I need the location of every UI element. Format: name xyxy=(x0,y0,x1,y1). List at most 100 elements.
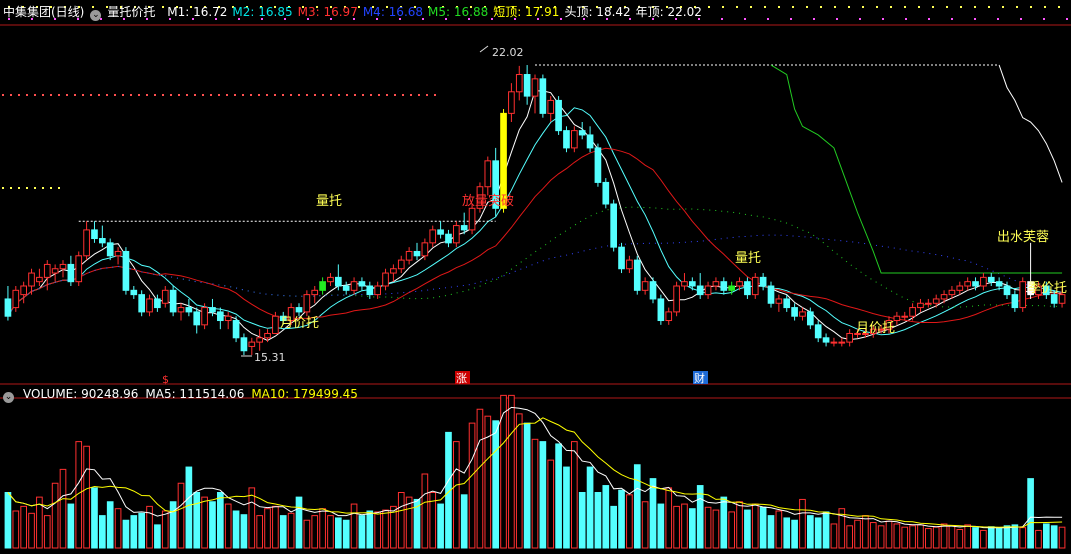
indicator-menu-icon[interactable]: ⌄ xyxy=(90,10,102,21)
candle[interactable] xyxy=(445,229,452,248)
candle[interactable] xyxy=(169,286,177,317)
candle[interactable] xyxy=(67,255,75,286)
candle[interactable] xyxy=(980,273,987,291)
candle[interactable] xyxy=(689,277,696,291)
candle[interactable] xyxy=(99,225,106,248)
candle[interactable] xyxy=(264,329,271,343)
candle[interactable] xyxy=(397,255,405,274)
candle[interactable] xyxy=(665,307,673,325)
candle[interactable] xyxy=(626,255,633,274)
candle[interactable] xyxy=(256,329,263,351)
candle[interactable] xyxy=(681,273,688,291)
candle[interactable] xyxy=(36,268,43,286)
candle[interactable] xyxy=(956,281,964,295)
candle[interactable] xyxy=(759,273,767,291)
candle[interactable] xyxy=(382,268,389,291)
candle[interactable] xyxy=(51,264,59,282)
candle[interactable] xyxy=(901,311,909,321)
candle[interactable] xyxy=(547,96,555,122)
candle[interactable] xyxy=(744,277,751,299)
candle[interactable] xyxy=(217,307,224,330)
candle[interactable] xyxy=(909,303,916,321)
candle[interactable] xyxy=(586,126,594,153)
candle[interactable] xyxy=(75,251,83,286)
candle[interactable] xyxy=(940,290,948,304)
candle[interactable] xyxy=(83,221,90,261)
candle[interactable] xyxy=(696,273,704,299)
candle[interactable] xyxy=(578,122,586,140)
candle[interactable] xyxy=(712,277,720,291)
candle[interactable] xyxy=(193,307,201,334)
indicator-name[interactable]: 量托价托 xyxy=(107,5,155,19)
candle[interactable] xyxy=(327,273,334,286)
candle[interactable] xyxy=(515,65,523,101)
candle[interactable] xyxy=(185,298,193,317)
candle[interactable] xyxy=(122,247,130,295)
candle[interactable] xyxy=(319,277,326,295)
candle[interactable] xyxy=(1011,290,1019,312)
candle[interactable] xyxy=(964,277,971,291)
candle[interactable] xyxy=(830,337,838,347)
candle[interactable] xyxy=(571,126,578,153)
candle[interactable] xyxy=(240,333,248,356)
candle[interactable] xyxy=(335,264,342,291)
candle[interactable] xyxy=(59,260,67,278)
candle[interactable] xyxy=(508,83,515,122)
candle[interactable] xyxy=(161,286,169,308)
candle[interactable] xyxy=(523,65,531,105)
candle[interactable] xyxy=(751,273,759,299)
candle[interactable] xyxy=(822,333,830,347)
candle[interactable] xyxy=(374,281,381,299)
candle[interactable] xyxy=(987,273,995,286)
candle[interactable] xyxy=(413,242,421,261)
candle[interactable] xyxy=(673,281,680,317)
candle[interactable] xyxy=(1019,277,1027,312)
candle[interactable] xyxy=(114,247,122,265)
candle[interactable] xyxy=(484,156,492,196)
candle[interactable] xyxy=(563,126,570,153)
candle[interactable] xyxy=(594,143,602,187)
candle[interactable] xyxy=(342,281,350,295)
candle[interactable] xyxy=(295,303,303,317)
candle[interactable] xyxy=(767,281,775,308)
candle[interactable] xyxy=(437,221,444,239)
candle[interactable] xyxy=(610,199,617,252)
candle[interactable] xyxy=(932,294,940,308)
candle[interactable] xyxy=(405,247,413,265)
candle[interactable] xyxy=(4,286,12,321)
candle[interactable] xyxy=(925,298,932,308)
candle[interactable] xyxy=(838,337,846,347)
candle[interactable] xyxy=(814,320,822,343)
candle[interactable] xyxy=(146,294,153,317)
candle[interactable] xyxy=(641,277,649,295)
candle[interactable] xyxy=(649,277,657,304)
candle[interactable] xyxy=(704,281,712,299)
volume-menu-icon[interactable]: ⌄ xyxy=(3,392,14,403)
candle[interactable] xyxy=(846,329,853,347)
candle[interactable] xyxy=(138,290,145,317)
candle[interactable] xyxy=(201,303,208,330)
candle[interactable] xyxy=(531,74,539,114)
candle[interactable] xyxy=(358,277,366,291)
candle[interactable] xyxy=(232,316,240,343)
candle[interactable] xyxy=(350,277,358,295)
candle[interactable] xyxy=(453,221,460,248)
candle[interactable] xyxy=(224,311,232,330)
candle[interactable] xyxy=(602,178,610,209)
candle[interactable] xyxy=(539,74,547,118)
candlestick-series[interactable] xyxy=(4,65,1066,356)
candle[interactable] xyxy=(429,225,437,248)
candle[interactable] xyxy=(791,303,798,321)
candle[interactable] xyxy=(917,298,924,312)
candle[interactable] xyxy=(555,96,562,135)
candle[interactable] xyxy=(311,286,319,304)
candle[interactable] xyxy=(12,286,20,312)
candle[interactable] xyxy=(20,281,27,304)
candle[interactable] xyxy=(390,264,397,282)
candle[interactable] xyxy=(657,294,665,325)
candle[interactable] xyxy=(618,242,625,274)
candle[interactable] xyxy=(799,307,806,321)
candle[interactable] xyxy=(91,221,98,243)
candle[interactable] xyxy=(633,255,641,295)
candle[interactable] xyxy=(720,277,728,295)
